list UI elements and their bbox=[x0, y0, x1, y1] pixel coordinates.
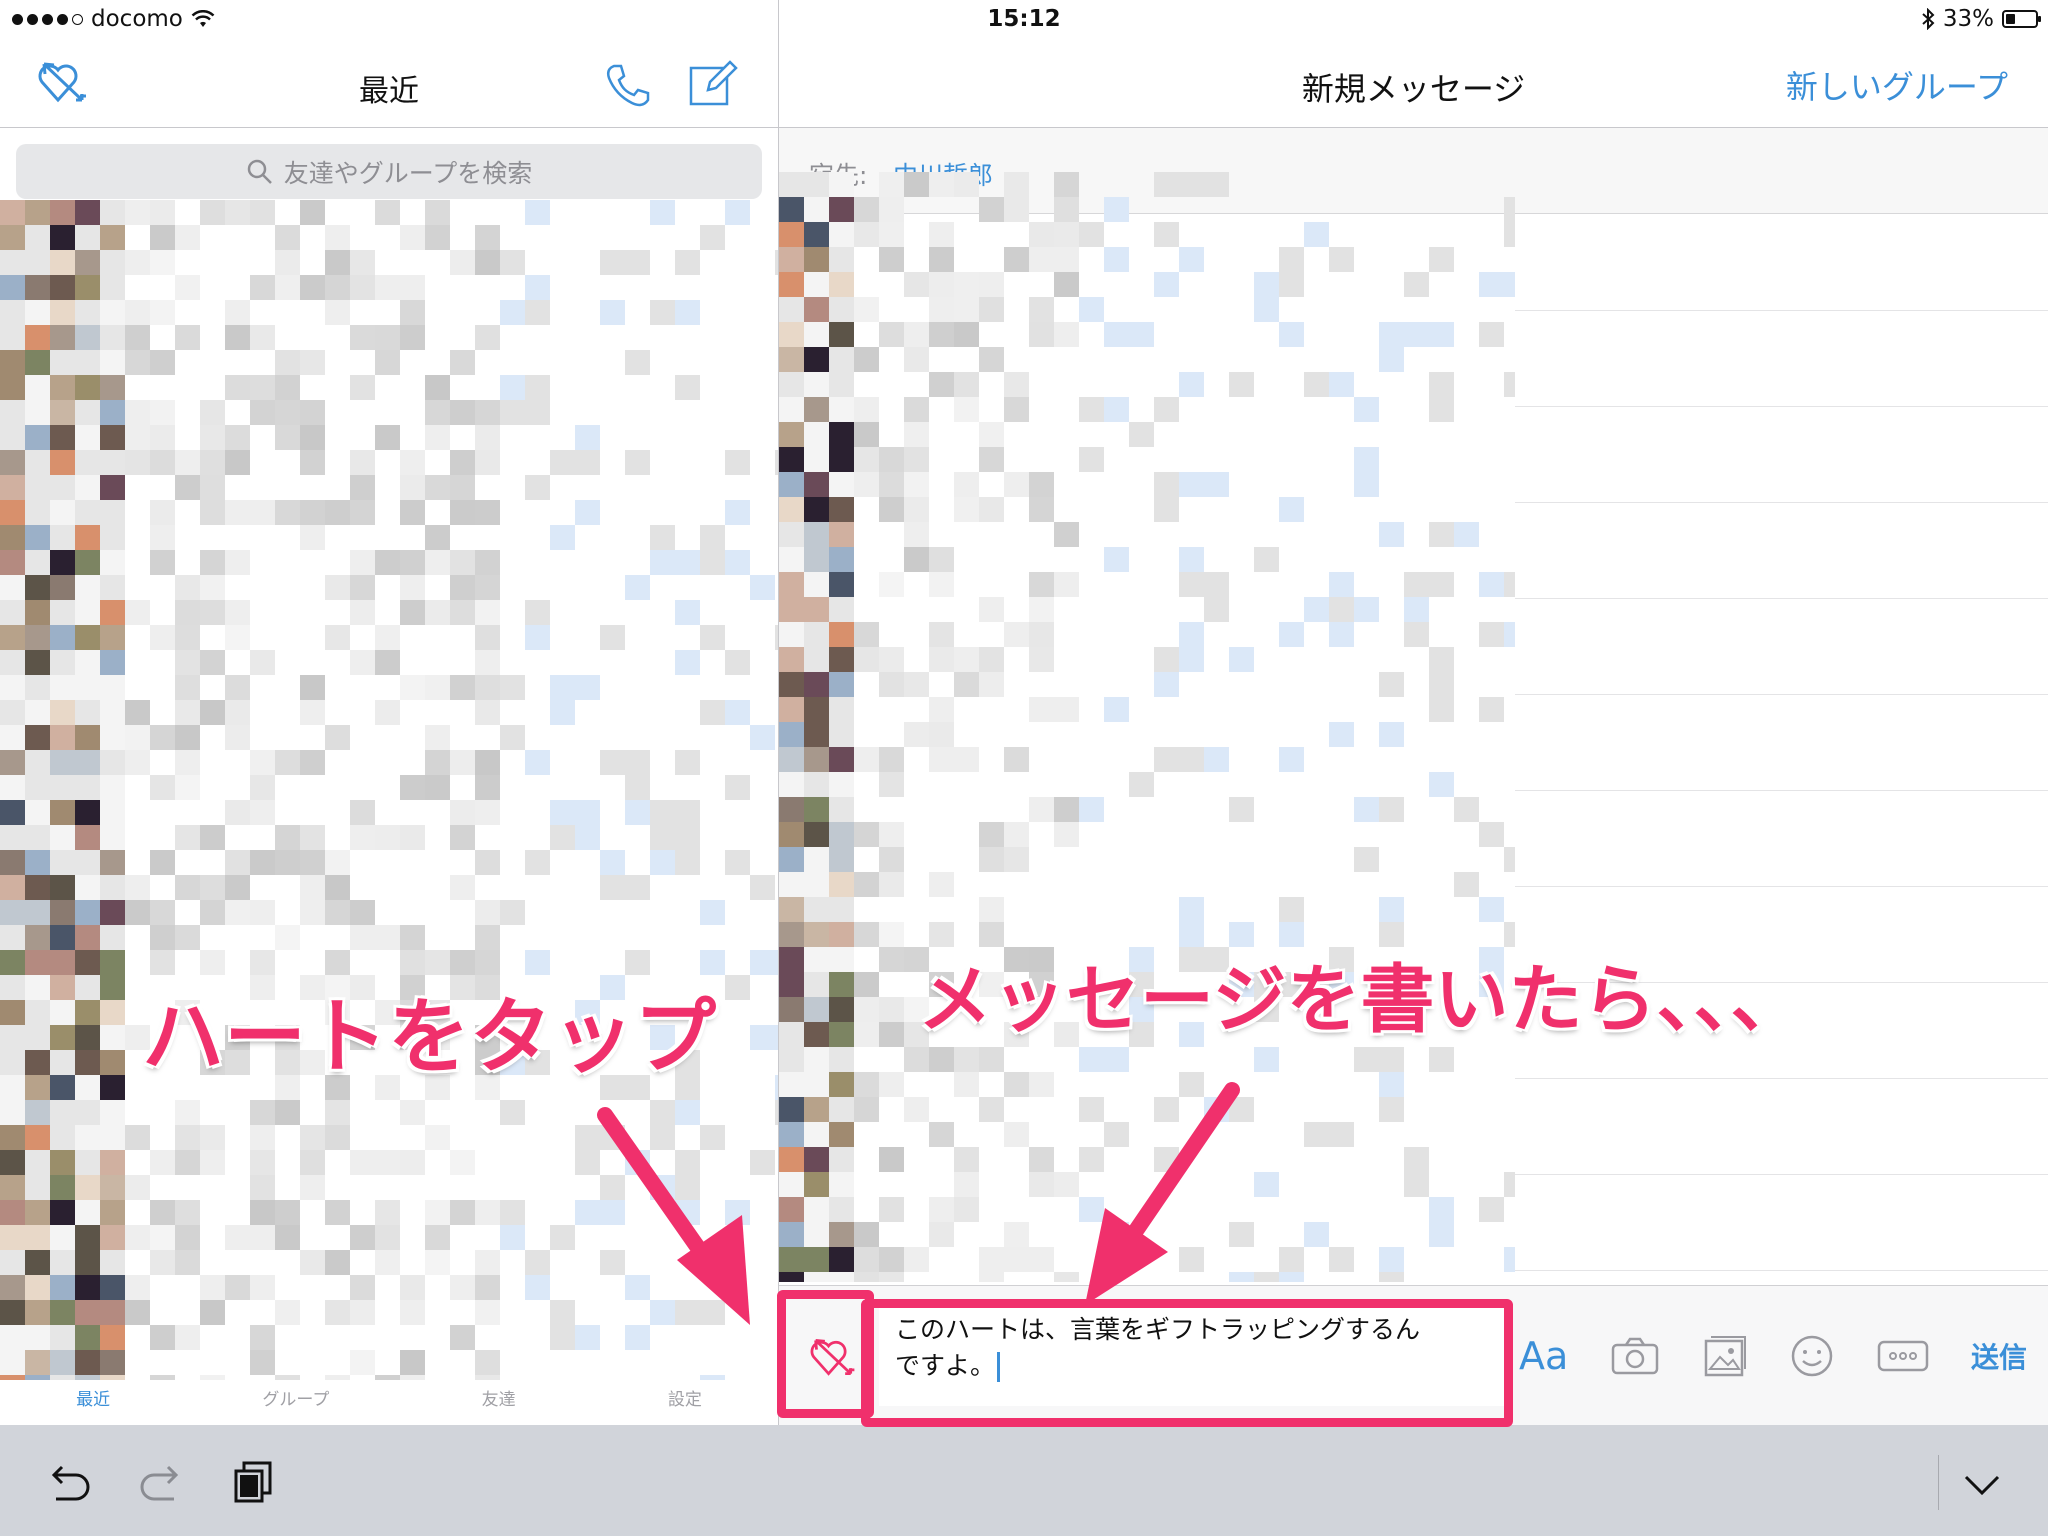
arrow-to-heart bbox=[597, 1107, 750, 1325]
arrow-to-message bbox=[1085, 1082, 1240, 1305]
annotation-arrows bbox=[597, 1082, 1240, 1325]
